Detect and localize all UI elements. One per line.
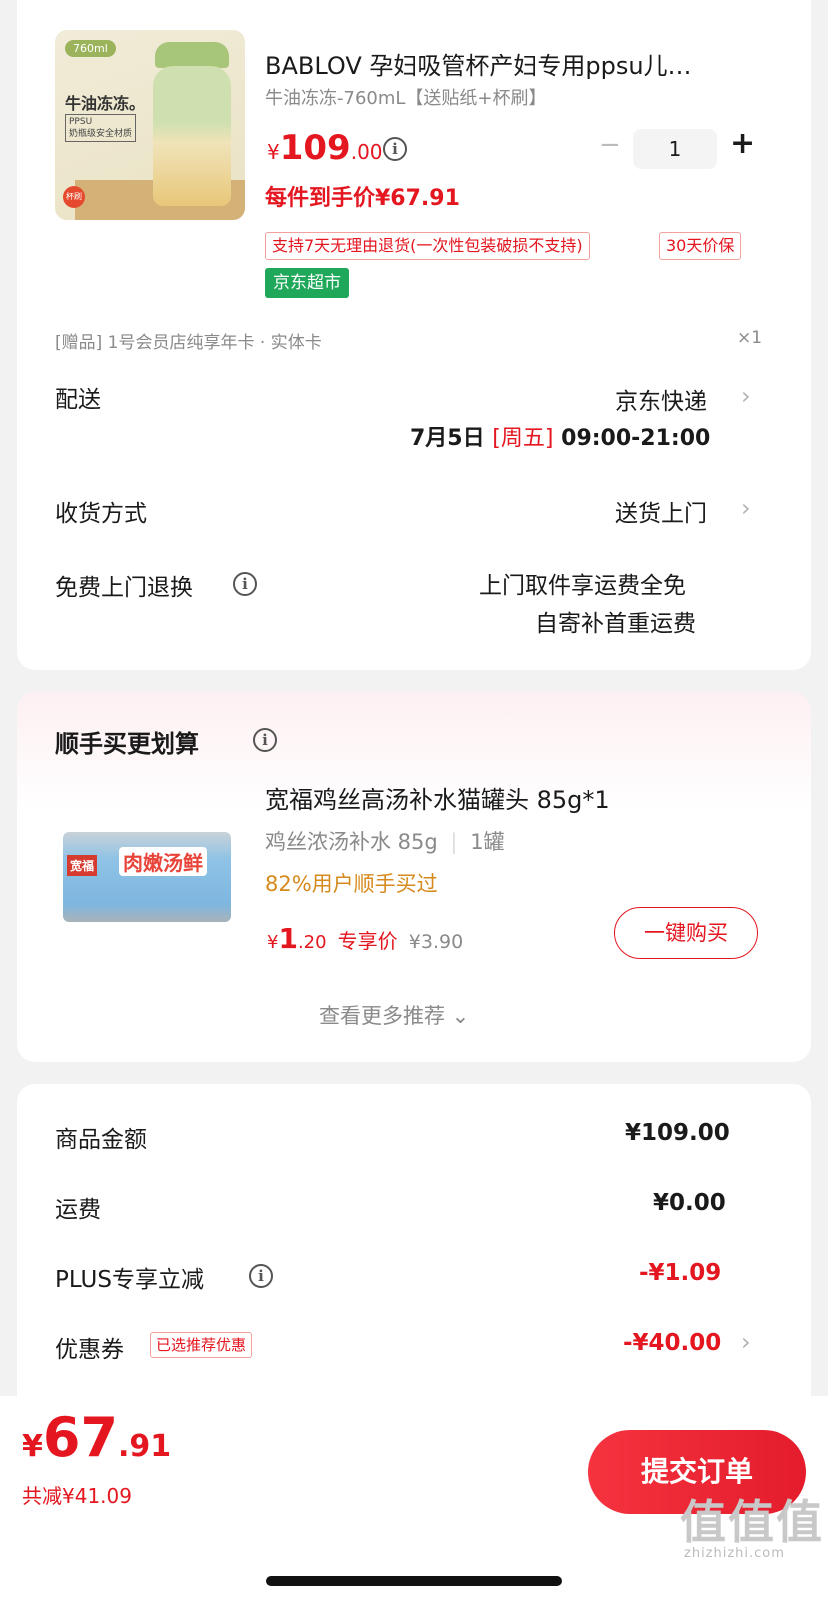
shipping-value: ¥0.00 — [653, 1190, 726, 1216]
image-slogan: 牛油冻冻。 — [65, 94, 146, 113]
home-indicator[interactable] — [266, 1576, 562, 1586]
one-click-buy-button[interactable]: 一键购买 — [614, 907, 758, 959]
receive-chevron-icon[interactable]: › — [741, 494, 751, 522]
qty-minus-button[interactable]: − — [599, 130, 621, 160]
quantity-field[interactable]: 1 — [633, 129, 717, 169]
product-price: ¥109.00 — [267, 128, 383, 168]
delivery-value[interactable]: 京东快递 — [615, 382, 707, 416]
delivery-weekday: [周五] — [492, 426, 554, 451]
total-symbol: ¥ — [22, 1429, 43, 1464]
coupon-tag: 已选推荐优惠 — [150, 1332, 253, 1358]
bottle-lid — [155, 42, 229, 68]
receive-label: 收货方式 — [55, 501, 147, 527]
addon-count: 1罐 — [470, 830, 505, 854]
total-int: 67 — [42, 1406, 119, 1469]
addon-price-int: 1 — [278, 922, 298, 955]
addon-price: ¥1.20 专享价 ¥3.90 — [267, 922, 463, 955]
total-dec: .91 — [118, 1429, 172, 1464]
free-return-info-icon[interactable]: i — [233, 572, 257, 596]
total-saved[interactable]: 共减¥41.09 — [22, 1480, 132, 1509]
summary-card: 商品金额 ¥109.00 运费 ¥0.00 PLUS专享立减 i -¥1.09 … — [17, 1084, 811, 1424]
addon-section-title: 顺手买更划算 — [55, 730, 199, 758]
delivery-date: 7月5日 — [410, 426, 485, 451]
free-return-line2: 自寄补首重运费 — [535, 611, 696, 637]
addon-original-price: ¥3.90 — [408, 931, 464, 953]
see-more-link[interactable]: 查看更多推荐 ⌄ — [319, 1000, 469, 1030]
shipping-label: 运费 — [55, 1197, 101, 1223]
bottle-illustration — [153, 66, 231, 206]
delivery-window: 09:00-21:00 — [561, 426, 711, 451]
addon-spec-text: 鸡丝浓汤补水 85g — [265, 830, 438, 854]
gift-line: [赠品] 1号会员店纯享年卡 · 实体卡 — [55, 333, 322, 353]
capacity-badge: 760ml — [65, 40, 116, 57]
price-dec: .00 — [350, 140, 383, 164]
free-return-label: 免费上门退换 — [55, 575, 193, 601]
image-material-tag: PPSU 奶瓶级安全材质 — [65, 114, 137, 142]
goods-amount-label: 商品金额 — [55, 1127, 147, 1153]
goods-amount-value: ¥109.00 — [625, 1120, 730, 1146]
price-int: 109 — [279, 128, 351, 168]
plus-discount-label: PLUS专享立减 — [55, 1267, 204, 1293]
checkout-bar: ¥67.91 共减¥41.09 提交订单 值值值 zhizhizhi.com — [0, 1396, 828, 1598]
product-image[interactable]: 760ml 牛油冻冻。 PPSU 奶瓶级安全材质 杯刷 — [55, 30, 245, 220]
can-brand-label: 宽福 — [67, 855, 98, 876]
product-spec[interactable]: 牛油冻冻-760mL【送贴纸+杯刷】 — [265, 84, 547, 110]
price-protect-tag[interactable]: 30天价保 — [659, 232, 742, 260]
product-card: 760ml 牛油冻冻。 PPSU 奶瓶级安全材质 杯刷 BABLOV 孕妇吸管杯… — [17, 0, 811, 670]
addon-card: 顺手买更划算 i 宽福 肉嫩汤鲜 宽福鸡丝高汤补水猫罐头 85g*1 鸡丝浓汤补… — [17, 692, 811, 1062]
addon-exclusive-label: 专享价 — [337, 929, 398, 953]
coupon-value[interactable]: -¥40.00 — [623, 1330, 721, 1356]
receive-value[interactable]: 送货上门 — [615, 494, 707, 528]
can-body — [63, 832, 231, 922]
return-policy-tag[interactable]: 支持7天无理由退货(一次性包装破损不支持) — [265, 232, 590, 260]
price-symbol: ¥ — [267, 140, 280, 164]
gift-count: ×1 — [737, 328, 763, 348]
addon-price-dec: .20 — [297, 932, 327, 953]
addon-bought-ratio: 82%用户顺手买过 — [265, 872, 438, 896]
can-title-label: 肉嫩汤鲜 — [119, 847, 207, 876]
unit-price: 每件到手价¥67.91 — [265, 186, 460, 211]
store-tag: 京东超市 — [265, 268, 349, 298]
coupon-chevron-icon[interactable]: › — [741, 1328, 751, 1356]
watermark-logo: 值值值 — [680, 1495, 824, 1549]
spec-divider: | — [450, 830, 458, 854]
addon-price-symbol: ¥ — [267, 932, 279, 953]
delivery-chevron-icon[interactable]: › — [741, 382, 751, 410]
addon-product-image[interactable]: 宽福 肉嫩汤鲜 — [57, 787, 237, 967]
price-info-icon[interactable]: i — [383, 137, 407, 161]
coupon-label: 优惠券 — [55, 1337, 124, 1363]
watermark-url: zhizhizhi.com — [684, 1546, 785, 1561]
product-title[interactable]: BABLOV 孕妇吸管杯产妇专用ppsu儿… — [265, 46, 692, 81]
addon-item-spec: 鸡丝浓汤补水 85g | 1罐 — [265, 826, 505, 856]
free-return-line1: 上门取件享运费全免 — [479, 573, 686, 599]
gift-brush-icon: 杯刷 — [63, 186, 85, 208]
qty-plus-button[interactable]: + — [730, 126, 755, 161]
addon-item-title[interactable]: 宽福鸡丝高汤补水猫罐头 85g*1 — [265, 780, 610, 815]
delivery-time[interactable]: 7月5日 [周五] 09:00-21:00 — [410, 420, 710, 452]
plus-discount-value: -¥1.09 — [639, 1260, 722, 1286]
addon-info-icon[interactable]: i — [253, 728, 277, 752]
total-price: ¥67.91 — [22, 1406, 171, 1469]
plus-info-icon[interactable]: i — [249, 1264, 273, 1288]
delivery-label: 配送 — [55, 387, 101, 413]
